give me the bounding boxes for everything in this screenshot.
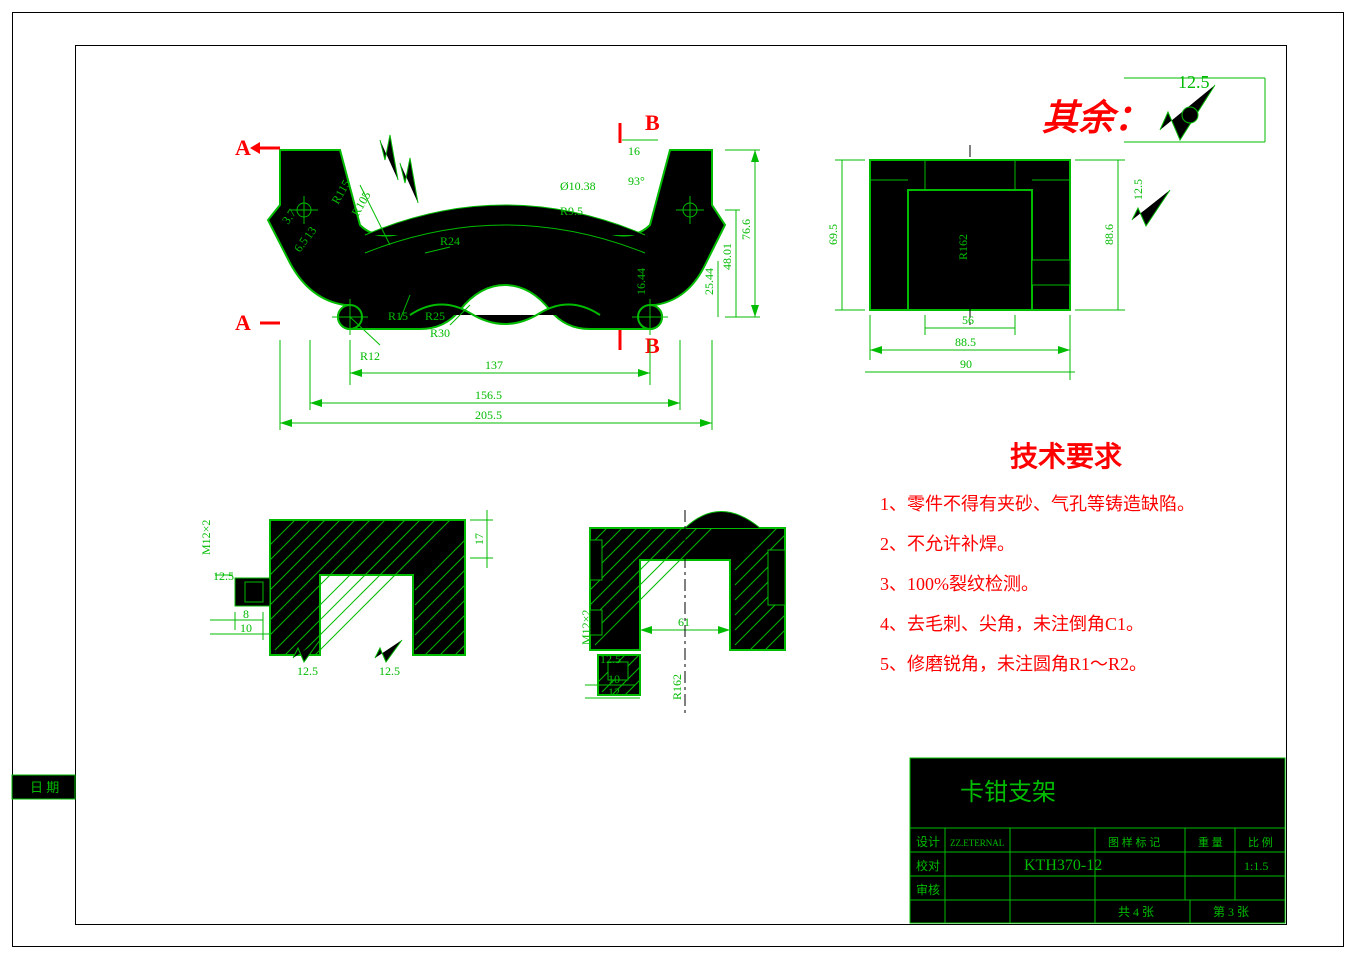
dim-16-44: 16.44 xyxy=(634,268,648,295)
dim-93deg: 93° xyxy=(628,174,645,188)
sheet-no: 第 3 张 xyxy=(1213,905,1249,919)
tech-item-0: 1、零件不得有夹砂、气孔等铸造缺陷。 xyxy=(880,494,1195,514)
dim-156-5: 156.5 xyxy=(475,388,502,402)
drawing-mark: 图 样 标 记 xyxy=(1108,835,1160,849)
sheets: 共 4 张 xyxy=(1118,905,1154,919)
date-label: 日 期 xyxy=(30,780,59,795)
dim-205-5: 205.5 xyxy=(475,408,502,422)
dim-25-44: 25.44 xyxy=(702,268,716,295)
title-block: 卡钳支架 KTH370-12 设计 ZZ.ETERNAL 校对 审核 图 样 标… xyxy=(910,758,1285,923)
section-a-top: A xyxy=(235,135,251,160)
qiyu-label: 其余： xyxy=(1042,98,1150,138)
scale-val: 1:1.5 xyxy=(1244,859,1268,873)
drawing-canvas: 日 期 其余： 12.5 A A B B 137 156.5 xyxy=(0,0,1354,957)
dim-r24: R24 xyxy=(440,234,460,248)
dim-88-6: 88.6 xyxy=(1102,224,1116,245)
dim-137: 137 xyxy=(485,358,503,372)
dim-88-5: 88.5 xyxy=(955,335,976,349)
design-val: ZZ.ETERNAL xyxy=(950,838,1004,848)
secB-12-5: 12.5 xyxy=(600,652,621,666)
dim-90: 90 xyxy=(960,357,972,371)
front-view: A A B B 137 156.5 205.5 16 93° Ø10.38 R9… xyxy=(235,110,760,430)
dim-r95: R9.5 xyxy=(560,204,583,218)
tech-item-4: 5、修磨锐角，未注圆角R1～R2。 xyxy=(880,654,1147,674)
tech-item-3: 4、去毛刺、尖角，未注倒角C1。 xyxy=(880,614,1144,634)
check-label: 校对 xyxy=(916,858,940,873)
tech-item-1: 2、不允许补焊。 xyxy=(880,534,1015,554)
dim-48-01: 48.01 xyxy=(720,243,734,270)
dim-69-5: 69.5 xyxy=(826,224,840,245)
secB-m12: M12×2 xyxy=(579,610,593,645)
secA-surf1: 12.5 xyxy=(297,664,318,678)
dim-r15: R15 xyxy=(388,309,408,323)
material: KTH370-12 xyxy=(1024,857,1102,874)
dim-r162-side: R162 xyxy=(956,234,970,260)
dim-76-6: 76.6 xyxy=(739,219,753,240)
section-a: M12×2 12.5 8 10 17 12.5 12.5 xyxy=(199,510,493,678)
part-name: 卡钳支架 xyxy=(960,779,1056,806)
dim-r25: R25 xyxy=(425,309,445,323)
secA-17: 17 xyxy=(472,533,486,545)
tech-item-2: 3、100%裂纹检测。 xyxy=(880,574,1039,594)
secA-m12: M12×2 xyxy=(199,520,213,555)
secB-r162: R162 xyxy=(670,674,684,700)
secA-surf2: 12.5 xyxy=(379,664,400,678)
roughness-value: 12.5 xyxy=(1178,72,1210,92)
side-view: 56 88.5 90 69.5 88.6 12.5 R162 xyxy=(826,145,1170,380)
dim-r12: R12 xyxy=(360,349,380,363)
dim-16: 16 xyxy=(628,144,640,158)
secA-8: 8 xyxy=(243,607,249,621)
dim-56: 56 xyxy=(962,313,974,327)
secB-61: 61 xyxy=(678,615,690,629)
secB-12: 12 xyxy=(608,685,620,699)
tech-title: 技术要求 xyxy=(1010,441,1122,473)
secB-10: 10 xyxy=(608,672,620,686)
tech-requirements: 技术要求 1、零件不得有夹砂、气孔等铸造缺陷。 2、不允许补焊。 3、100%裂… xyxy=(880,441,1195,674)
weight: 重 量 xyxy=(1198,835,1223,849)
section-b: M12×2 12.5 10 12 61 R162 xyxy=(579,510,785,715)
scale: 比 例 xyxy=(1248,835,1273,849)
section-b-bot: B xyxy=(645,333,660,358)
approve-label: 审核 xyxy=(916,882,940,897)
secA-12-5: 12.5 xyxy=(213,569,234,583)
side-surf: 12.5 xyxy=(1131,179,1145,200)
section-b-top: B xyxy=(645,110,660,135)
design-label: 设计 xyxy=(916,835,940,849)
dim-r30: R30 xyxy=(430,326,450,340)
secA-10: 10 xyxy=(240,621,252,635)
section-a-bot: A xyxy=(235,310,251,335)
dim-dia1038: Ø10.38 xyxy=(560,179,596,193)
